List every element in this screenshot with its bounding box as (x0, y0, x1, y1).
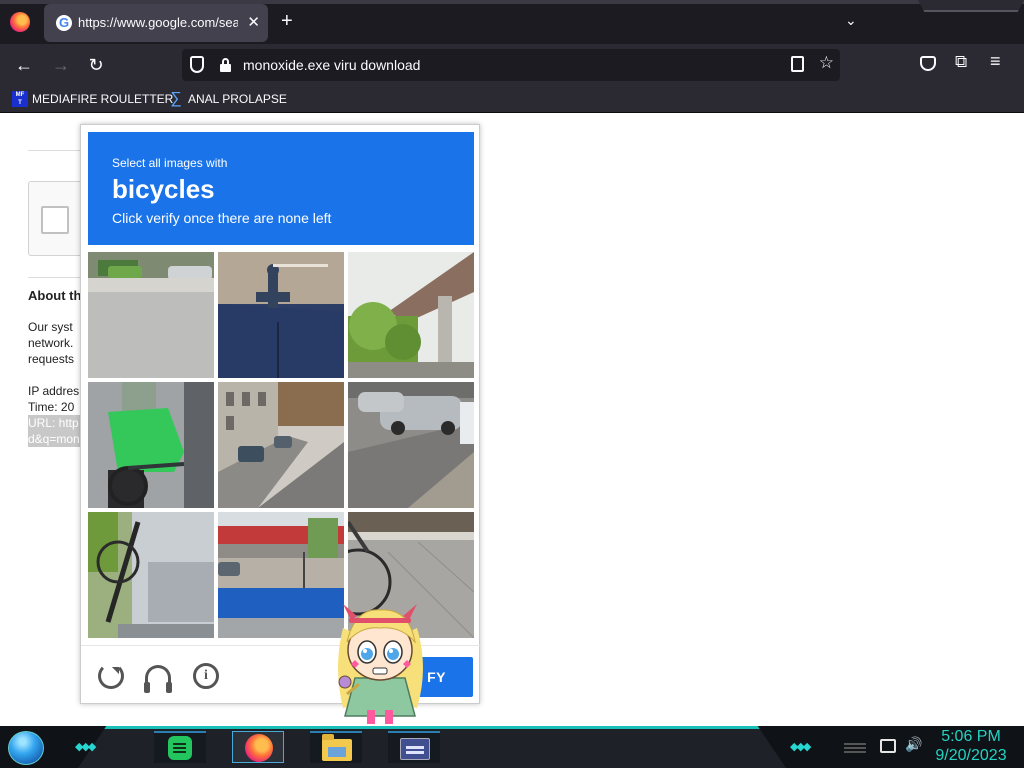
notepad-icon (168, 736, 192, 760)
file-explorer-icon (322, 734, 352, 761)
taskbar-app-window[interactable] (388, 731, 440, 763)
extensions-icon[interactable]: ⧉ (955, 52, 967, 72)
reader-view-icon[interactable] (791, 56, 804, 72)
info-icon[interactable]: i (193, 663, 219, 689)
firefox-icon (245, 734, 273, 762)
tray-grip-icon[interactable] (844, 743, 866, 753)
image-tile-cyclist-in-green[interactable] (88, 382, 214, 508)
about-heading: About th (28, 288, 82, 303)
bookmark-label: MEDIAFIRE ROULETTER (32, 92, 174, 106)
url-text: d&q=mon (28, 431, 88, 447)
image-tile-parked-silver-car[interactable] (348, 382, 474, 508)
challenge-header: Select all images with bicycles Click ve… (88, 132, 474, 245)
bookmarks-toolbar: MF T MEDIAFIRE ROULETTER ∑ ANAL PROLAPSE (0, 86, 1024, 113)
ip-address-text: IP addres (28, 384, 80, 398)
reload-button[interactable]: ↻ (84, 53, 108, 77)
tracking-shield-icon[interactable] (190, 56, 204, 73)
divider (28, 277, 88, 278)
body-text: network. (28, 336, 74, 350)
address-text[interactable]: monoxide.exe viru download (243, 57, 420, 73)
taskbar-app-firefox[interactable] (232, 731, 284, 763)
network-icon[interactable] (880, 739, 896, 753)
reload-challenge-icon[interactable] (98, 663, 124, 689)
tab-title: https://www.google.com/search (78, 15, 238, 30)
image-tile-street-with-cars[interactable] (88, 252, 214, 378)
hamburger-menu-icon[interactable]: ≡ (990, 51, 1001, 72)
recaptcha-checkbox-card (28, 181, 88, 256)
bookmark-label: ANAL PROLAPSE (188, 92, 287, 106)
bookmark-star-icon[interactable]: ☆ (819, 53, 834, 73)
tab-list-chevron-icon[interactable]: ⌄ (845, 12, 857, 29)
body-text: requests (28, 352, 75, 366)
address-bar[interactable]: monoxide.exe viru download ☆ (182, 49, 840, 81)
challenge-hint: Click verify once there are none left (112, 210, 332, 226)
time-text: Time: 20 (28, 400, 75, 414)
window-icon (400, 738, 430, 760)
decorative-chevrons: ◆◆◆ (75, 741, 96, 753)
url-text: URL: http (28, 415, 88, 431)
bookmark-mediafire[interactable]: MF T MEDIAFIRE ROULETTER (12, 90, 173, 108)
body-text: Our syst (28, 320, 73, 334)
window-frame-decoration (918, 0, 1024, 12)
clock-date[interactable]: 9/20/2023 (926, 747, 1016, 765)
clock-time[interactable]: 5:06 PM (926, 728, 1016, 746)
recaptcha-checkbox[interactable] (41, 206, 69, 234)
desktop-mascot-character[interactable] (325, 598, 435, 726)
tab-bar: G https://www.google.com/search ✕ + ⌄ (0, 0, 1024, 44)
google-favicon-icon: G (56, 15, 72, 31)
taskbar-app-notepad[interactable] (154, 731, 206, 763)
firefox-logo-icon[interactable] (10, 12, 30, 32)
start-button[interactable] (8, 731, 44, 765)
image-tile-bicycle-by-trailer[interactable] (88, 512, 214, 638)
sigma-icon: ∑ (170, 90, 182, 107)
close-tab-icon[interactable]: ✕ (247, 13, 260, 31)
bookmark-second[interactable]: ∑ ANAL PROLAPSE (168, 90, 287, 108)
challenge-target: bicycles (112, 174, 215, 204)
image-tile-shadow-on-pavement[interactable] (218, 252, 344, 378)
forward-button[interactable]: → (49, 53, 73, 77)
mediafire-icon: MF T (12, 91, 28, 107)
image-tile-street-with-buildings[interactable] (218, 382, 344, 508)
image-grid (88, 252, 474, 638)
new-tab-button[interactable]: + (281, 11, 293, 31)
lock-icon[interactable] (220, 58, 231, 72)
back-button[interactable]: ← (12, 53, 36, 77)
decorative-chevrons: ◆◆◆ (790, 741, 811, 753)
volume-icon[interactable]: 🔊 (905, 736, 922, 753)
taskbar: ◆◆◆ ◆◆◆ 🔊 5:06 PM 9/20/2023 (0, 726, 1024, 768)
image-tile-overpass-and-trees[interactable] (348, 252, 474, 378)
audio-challenge-icon[interactable] (144, 665, 172, 693)
navigation-toolbar: ← → ↻ monoxide.exe viru download ☆ (0, 44, 1024, 86)
browser-tab[interactable]: G https://www.google.com/search ✕ (44, 4, 268, 42)
divider (28, 150, 88, 151)
taskbar-app-explorer[interactable] (310, 731, 362, 763)
challenge-instruction: Select all images with (112, 156, 228, 170)
